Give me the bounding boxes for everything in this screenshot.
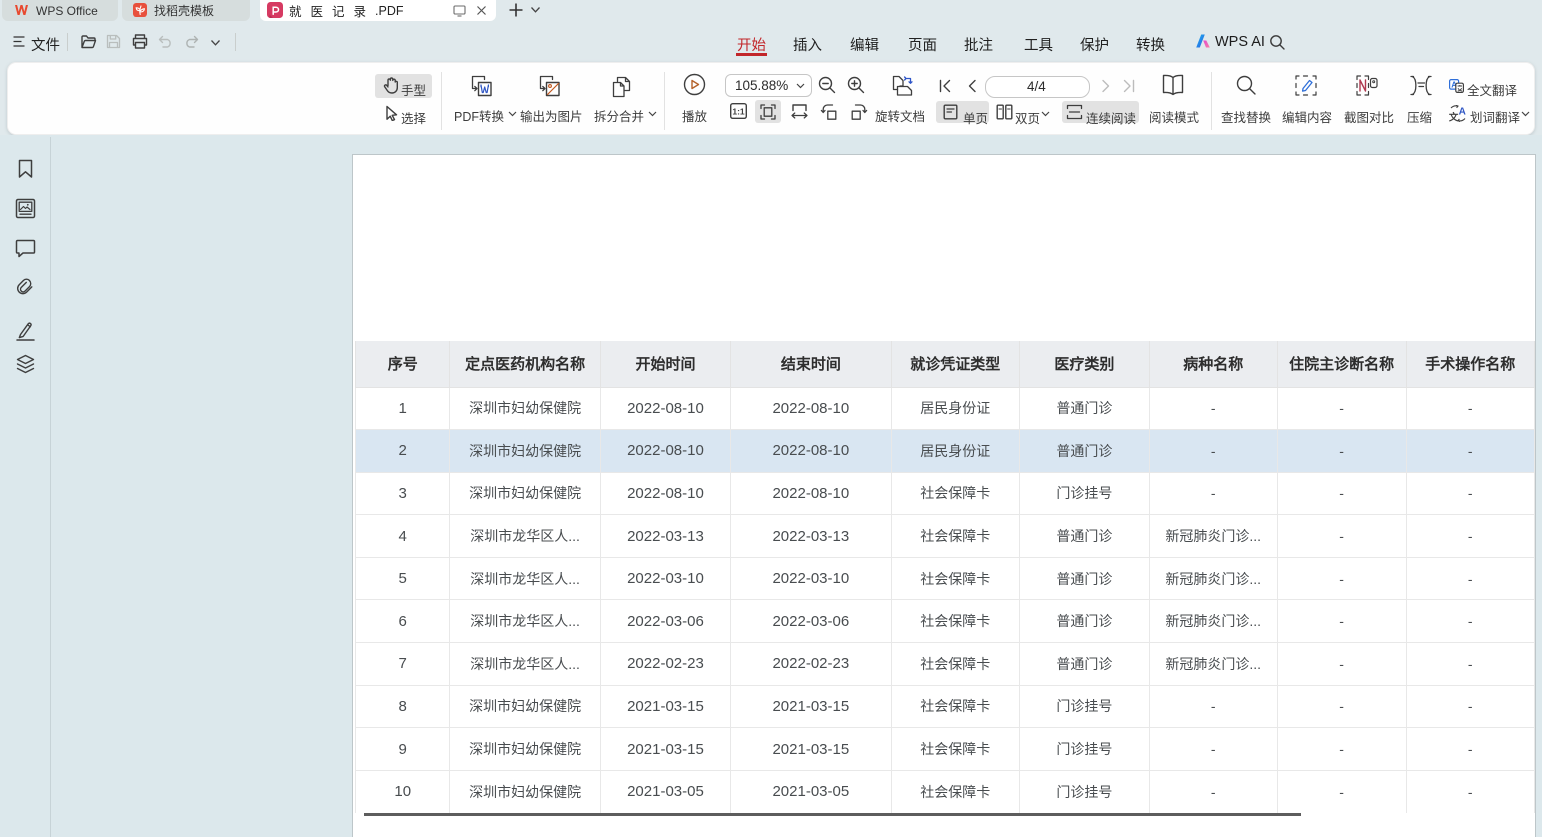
svg-text:文: 文 <box>1449 112 1459 123</box>
svg-text:1:1: 1:1 <box>732 106 745 116</box>
svg-text:A: A <box>1459 107 1466 118</box>
